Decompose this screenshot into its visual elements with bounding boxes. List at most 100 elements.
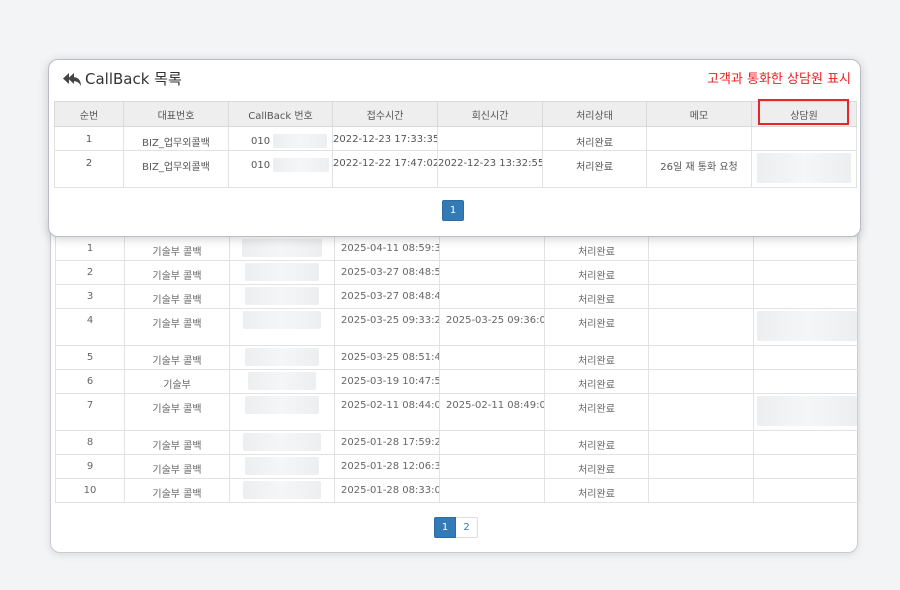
cell-reply-time	[439, 430, 545, 455]
page-button-1[interactable]: 1	[442, 200, 464, 221]
table-row[interactable]: 2 기술부 콜백 2025-03-27 08:48:54 처리완료	[55, 260, 860, 285]
cell-received-time: 2025-01-28 17:59:21	[334, 430, 440, 455]
header-reply-time: 회신시간	[437, 101, 543, 127]
cell-received-time: 2025-02-11 08:44:05	[334, 393, 440, 431]
cell-status: 처리완료	[544, 284, 649, 309]
table-row[interactable]: 5 기술부 콜백 2025-03-25 08:51:42 처리완료	[55, 345, 860, 370]
cell-agent	[753, 430, 860, 455]
cell-callback-number	[229, 284, 335, 309]
cell-reply-time	[437, 126, 543, 151]
cell-memo	[648, 454, 754, 479]
cell-memo	[648, 369, 754, 394]
blurred-agent-name	[757, 153, 851, 183]
page-button-2[interactable]: 2	[456, 517, 478, 538]
cell-no: 7	[55, 393, 125, 431]
table-row[interactable]: 2 BIZ_업무외콜백 010 2022-12-22 17:47:02 2022…	[54, 150, 857, 188]
cell-callback-number	[229, 478, 335, 503]
cell-received-time: 2025-03-25 08:51:42	[334, 345, 440, 370]
cell-reply-time	[439, 345, 545, 370]
blurred-number	[243, 481, 321, 499]
cell-memo	[648, 308, 754, 346]
cell-status: 처리완료	[544, 430, 649, 455]
cell-rep-number: 기술부 콜백	[124, 430, 230, 455]
cell-rep-number: 기술부 콜백	[124, 236, 230, 261]
cell-no: 1	[55, 236, 125, 261]
header-status: 처리상태	[542, 101, 647, 127]
cell-reply-time: 2022-12-23 13:32:55	[437, 150, 543, 188]
cell-reply-time: 2025-02-11 08:49:04	[439, 393, 545, 431]
cell-callback-number: 010	[228, 150, 333, 188]
cell-agent	[753, 236, 860, 261]
cell-rep-number: 기술부 콜백	[124, 260, 230, 285]
blurred-number	[248, 372, 316, 390]
header-memo: 메모	[646, 101, 752, 127]
cell-no: 8	[55, 430, 125, 455]
cell-received-time: 2025-03-27 08:48:54	[334, 260, 440, 285]
callback-number-prefix: 010	[251, 160, 271, 171]
cell-callback-number	[229, 308, 335, 346]
cell-agent	[753, 260, 860, 285]
cell-received-time: 2022-12-23 17:33:35	[332, 126, 438, 151]
header-no: 순번	[54, 101, 124, 127]
cell-callback-number	[229, 260, 335, 285]
cell-agent	[753, 478, 860, 503]
cell-memo: 26일 재 통화 요청	[646, 150, 752, 188]
cell-received-time: 2025-03-25 09:33:29	[334, 308, 440, 346]
cell-memo	[648, 478, 754, 503]
cell-callback-number	[229, 393, 335, 431]
cell-callback-number: 010	[228, 126, 333, 151]
cell-rep-number: 기술부	[124, 369, 230, 394]
callback-table-background: 1 기술부 콜백 2025-04-11 08:59:39 처리완료 2 기술부 콜백 202…	[55, 236, 860, 503]
cell-no: 1	[54, 126, 124, 151]
cell-status: 처리완료	[544, 308, 649, 346]
cell-rep-number: BIZ_업무외콜백	[123, 126, 229, 151]
cell-status: 처리완료	[542, 126, 647, 151]
cell-rep-number: 기술부 콜백	[124, 284, 230, 309]
cell-status: 처리완료	[544, 260, 649, 285]
table-row[interactable]: 4 기술부 콜백 2025-03-25 09:33:29 2025-03-25 09:…	[55, 308, 860, 346]
cell-callback-number	[229, 236, 335, 261]
blurred-number	[245, 457, 319, 475]
table-row[interactable]: 3 기술부 콜백 2025-03-27 08:48:44 처리완료	[55, 284, 860, 309]
cell-agent	[751, 150, 857, 188]
table-row[interactable]: 8 기술부 콜백 2025-01-28 17:59:21 처리완료	[55, 430, 860, 455]
blurred-agent-name	[756, 396, 857, 426]
page-button-1[interactable]: 1	[434, 517, 456, 538]
cell-received-time: 2025-01-28 12:06:38	[334, 454, 440, 479]
cell-status: 처리완료	[544, 369, 649, 394]
cell-agent	[753, 308, 860, 346]
blurred-number	[243, 311, 321, 329]
cell-memo	[648, 430, 754, 455]
cell-no: 9	[55, 454, 125, 479]
header-agent: 상담원	[751, 101, 857, 127]
cell-callback-number	[229, 430, 335, 455]
cell-memo	[648, 260, 754, 285]
table-row[interactable]: 10 기술부 콜백 2025-01-28 08:33:02 처리완료	[55, 478, 860, 503]
cell-memo	[648, 345, 754, 370]
cell-no: 5	[55, 345, 125, 370]
cell-rep-number: 기술부 콜백	[124, 393, 230, 431]
cell-agent	[753, 454, 860, 479]
table-row[interactable]: 7 기술부 콜백 2025-02-11 08:44:05 2025-02-11 08:…	[55, 393, 860, 431]
cell-received-time: 2022-12-22 17:47:02	[332, 150, 438, 188]
table-row[interactable]: 1 기술부 콜백 2025-04-11 08:59:39 처리완료	[55, 236, 860, 261]
cell-received-time: 2025-03-27 08:48:44	[334, 284, 440, 309]
callback-number-prefix: 010	[251, 136, 271, 147]
cell-memo	[648, 284, 754, 309]
table-row[interactable]: 1 BIZ_업무외콜백 010 2022-12-23 17:33:35 처리완료	[54, 126, 857, 151]
pagination: 1	[442, 198, 464, 221]
cell-status: 처리완료	[544, 236, 649, 261]
cell-reply-time	[439, 236, 545, 261]
cell-rep-number: 기술부 콜백	[124, 345, 230, 370]
panel-title: CallBack 목록	[62, 68, 182, 89]
cell-callback-number	[229, 454, 335, 479]
table-row[interactable]: 9 기술부 콜백 2025-01-28 12:06:38 처리완료	[55, 454, 860, 479]
cell-agent	[751, 126, 857, 151]
cell-no: 10	[55, 478, 125, 503]
blurred-number	[273, 158, 330, 172]
cell-status: 처리완료	[542, 150, 647, 188]
table-row[interactable]: 6 기술부 2025-03-19 10:47:54 처리완료	[55, 369, 860, 394]
cell-reply-time	[439, 478, 545, 503]
cell-received-time: 2025-03-19 10:47:54	[334, 369, 440, 394]
pagination-background: 1 2	[434, 517, 478, 538]
